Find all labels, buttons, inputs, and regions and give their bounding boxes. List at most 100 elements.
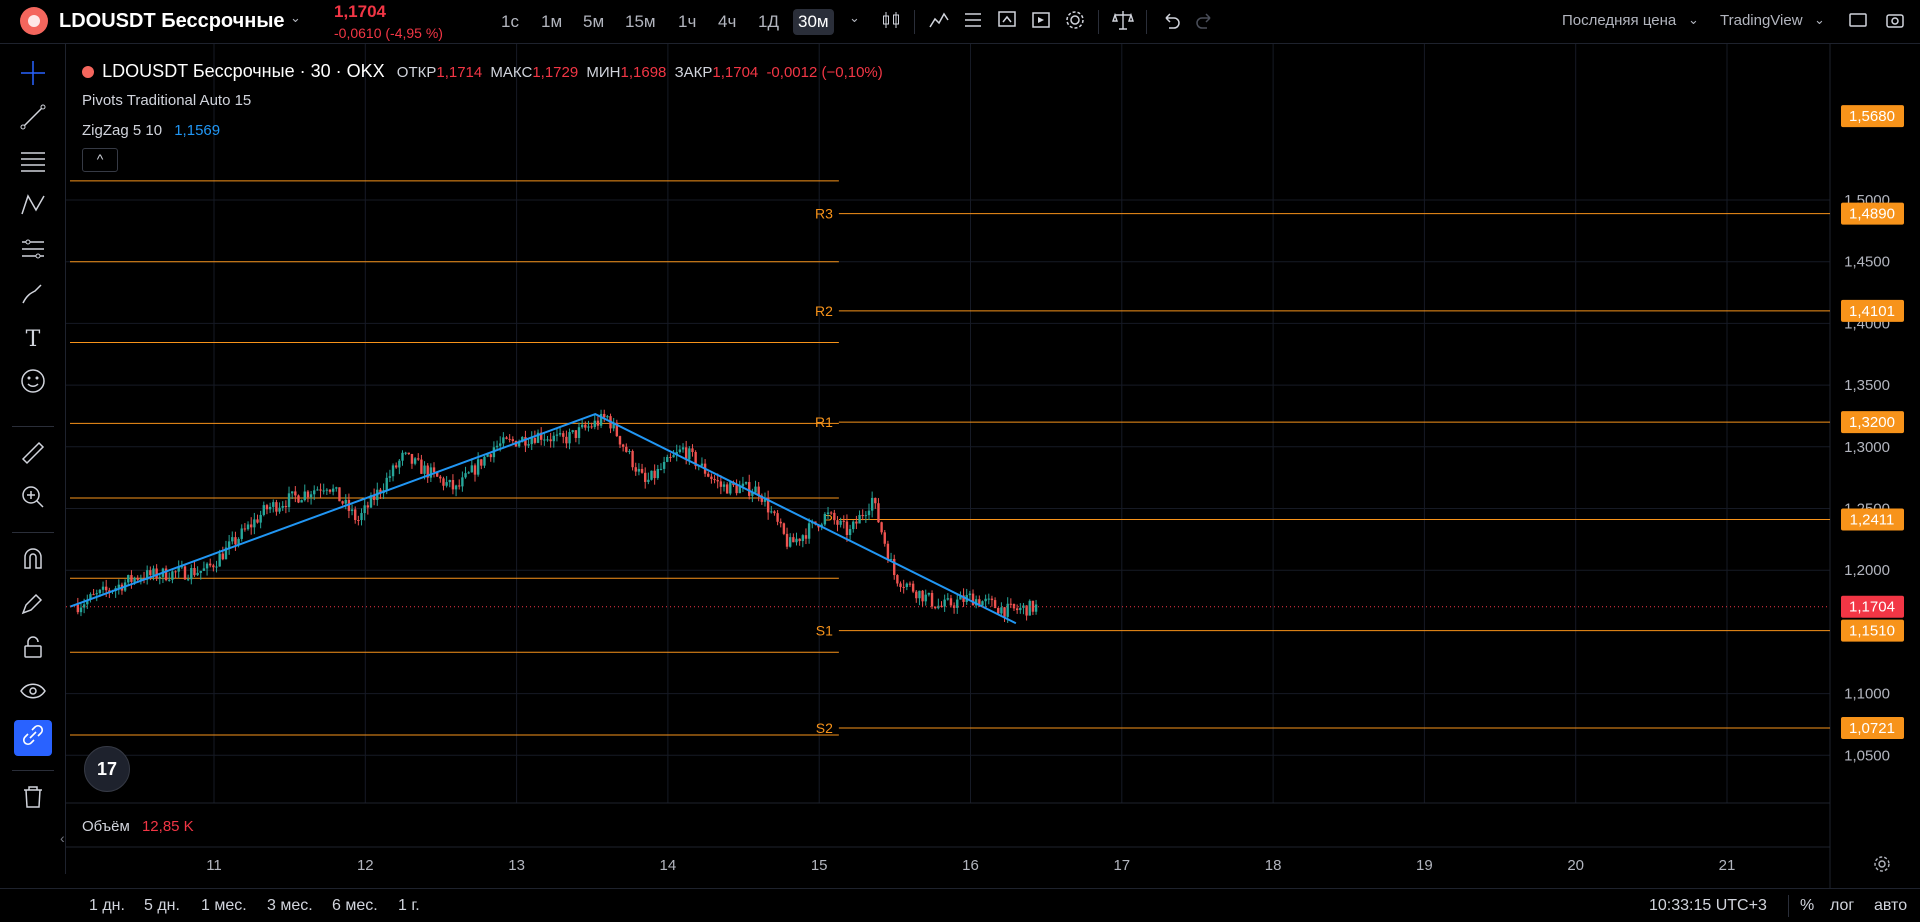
tradingview-logo-icon[interactable]: 17 bbox=[84, 746, 130, 792]
candle-body bbox=[848, 529, 852, 535]
candle-body bbox=[417, 458, 420, 460]
range-6m[interactable]: 6 мес. bbox=[332, 897, 378, 915]
legend-change: -0,0012 (−0,10%) bbox=[766, 64, 883, 81]
candle-body bbox=[303, 491, 306, 501]
axis-settings-gear-icon[interactable] bbox=[1872, 854, 1892, 879]
candle-body bbox=[221, 553, 225, 560]
pivot-label-s2: S2 bbox=[816, 720, 833, 736]
clock-timezone[interactable]: 10:33:15 UTC+3 bbox=[1649, 897, 1767, 915]
candle-body bbox=[439, 476, 442, 479]
legend-symbol-logo-icon bbox=[82, 66, 94, 78]
candle-body bbox=[713, 478, 716, 481]
time-tick-label: 16 bbox=[962, 857, 979, 874]
range-1d[interactable]: 1 дн. bbox=[89, 897, 125, 915]
candle-body bbox=[495, 445, 499, 448]
candle-body bbox=[748, 482, 751, 496]
percent-scale-toggle[interactable]: % bbox=[1800, 897, 1814, 915]
candle-body bbox=[168, 579, 171, 581]
price-axis: 1,50001,45001,40001,35001,30001,25001,20… bbox=[1841, 105, 1904, 764]
candle-body bbox=[360, 513, 363, 521]
legend-collapse-button[interactable]: ^ bbox=[82, 148, 118, 172]
previous-pivot-lines bbox=[70, 180, 839, 736]
candle-body bbox=[354, 509, 357, 521]
range-3m[interactable]: 3 мес. bbox=[267, 897, 313, 915]
candle-body bbox=[628, 451, 631, 453]
candle-body bbox=[905, 583, 909, 588]
candle-body bbox=[684, 447, 688, 460]
candle-body bbox=[870, 497, 874, 511]
candle-body bbox=[650, 470, 653, 480]
candle-body bbox=[621, 444, 625, 447]
candle-body bbox=[656, 468, 660, 479]
candle-body bbox=[265, 505, 269, 510]
candle-body bbox=[76, 604, 80, 613]
candle-body bbox=[886, 543, 890, 560]
candle-body bbox=[618, 436, 622, 445]
auto-scale-toggle[interactable]: авто bbox=[1874, 897, 1907, 915]
candle-body bbox=[543, 439, 546, 441]
candle-body bbox=[858, 514, 861, 524]
candle-body bbox=[92, 594, 95, 596]
candle-body bbox=[527, 444, 530, 446]
candle-body bbox=[691, 448, 694, 453]
candle-body bbox=[331, 488, 335, 492]
candle-body bbox=[574, 430, 578, 438]
candle-body bbox=[666, 456, 669, 462]
candle-body bbox=[155, 568, 158, 579]
current-pivot-lines: R3R2R1PS1S2 bbox=[815, 206, 1830, 736]
candle-body bbox=[558, 433, 562, 435]
zigzag-lines bbox=[69, 413, 1017, 625]
candle-body bbox=[716, 480, 719, 482]
legend-low-label: МИН bbox=[586, 64, 621, 81]
candle-body bbox=[826, 512, 830, 514]
candle-body bbox=[256, 519, 259, 523]
time-tick-label: 13 bbox=[508, 857, 525, 874]
candle-body bbox=[744, 482, 748, 484]
candle-body bbox=[864, 515, 868, 517]
volume-label: Объём bbox=[82, 818, 130, 835]
zigzag-indicator-legend[interactable]: ZigZag 5 10 1,1569 bbox=[82, 122, 220, 139]
candle-body bbox=[325, 489, 329, 491]
candle-body bbox=[836, 520, 839, 525]
candle-body bbox=[174, 571, 177, 573]
candle-body bbox=[158, 576, 161, 579]
price-marker-label: 1,4101 bbox=[1849, 303, 1895, 320]
bottom-toolbar: 1 дн. 5 дн. 1 мес. 3 мес. 6 мес. 1 г. 10… bbox=[0, 888, 1920, 922]
price-chart[interactable]: R3R2R1PS1S2 1,50001,45001,40001,35001,30… bbox=[0, 0, 1920, 888]
candle-body bbox=[722, 484, 726, 487]
time-tick-label: 17 bbox=[1113, 857, 1130, 874]
candle-body bbox=[681, 447, 685, 450]
volume-legend[interactable]: Объём 12,85 K bbox=[82, 818, 194, 835]
candle-body bbox=[240, 528, 243, 539]
candle-body bbox=[281, 505, 284, 508]
candle-body bbox=[688, 448, 691, 460]
candle-body bbox=[577, 427, 581, 438]
candle-body bbox=[741, 483, 745, 487]
candle-body bbox=[505, 437, 508, 439]
log-scale-toggle[interactable]: лог bbox=[1830, 897, 1854, 915]
candle-body bbox=[511, 439, 515, 441]
candle-body bbox=[278, 507, 281, 512]
candle-body bbox=[833, 512, 836, 521]
range-5d[interactable]: 5 дн. bbox=[144, 897, 180, 915]
candle-body bbox=[171, 571, 174, 580]
candle-body bbox=[625, 446, 628, 452]
candle-body bbox=[268, 506, 272, 510]
candle-body bbox=[725, 484, 729, 494]
candle-body bbox=[1028, 600, 1031, 616]
candle-body bbox=[915, 591, 918, 599]
candle-body bbox=[328, 489, 332, 492]
candle-body bbox=[883, 532, 886, 544]
range-1m[interactable]: 1 мес. bbox=[201, 897, 247, 915]
candle-body bbox=[880, 522, 883, 533]
candle-body bbox=[385, 477, 388, 491]
candle-body bbox=[290, 491, 294, 494]
legend-title[interactable]: LDOUSDT Бессрочные · 30 · OKX bbox=[102, 61, 384, 81]
candle-body bbox=[524, 437, 527, 446]
candle-body bbox=[798, 538, 801, 542]
time-tick-label: 19 bbox=[1416, 857, 1433, 874]
pivots-indicator-legend[interactable]: Pivots Traditional Auto 15 bbox=[82, 92, 251, 109]
range-1y[interactable]: 1 г. bbox=[398, 897, 420, 915]
candle-body bbox=[770, 511, 773, 513]
candle-body bbox=[502, 437, 505, 444]
